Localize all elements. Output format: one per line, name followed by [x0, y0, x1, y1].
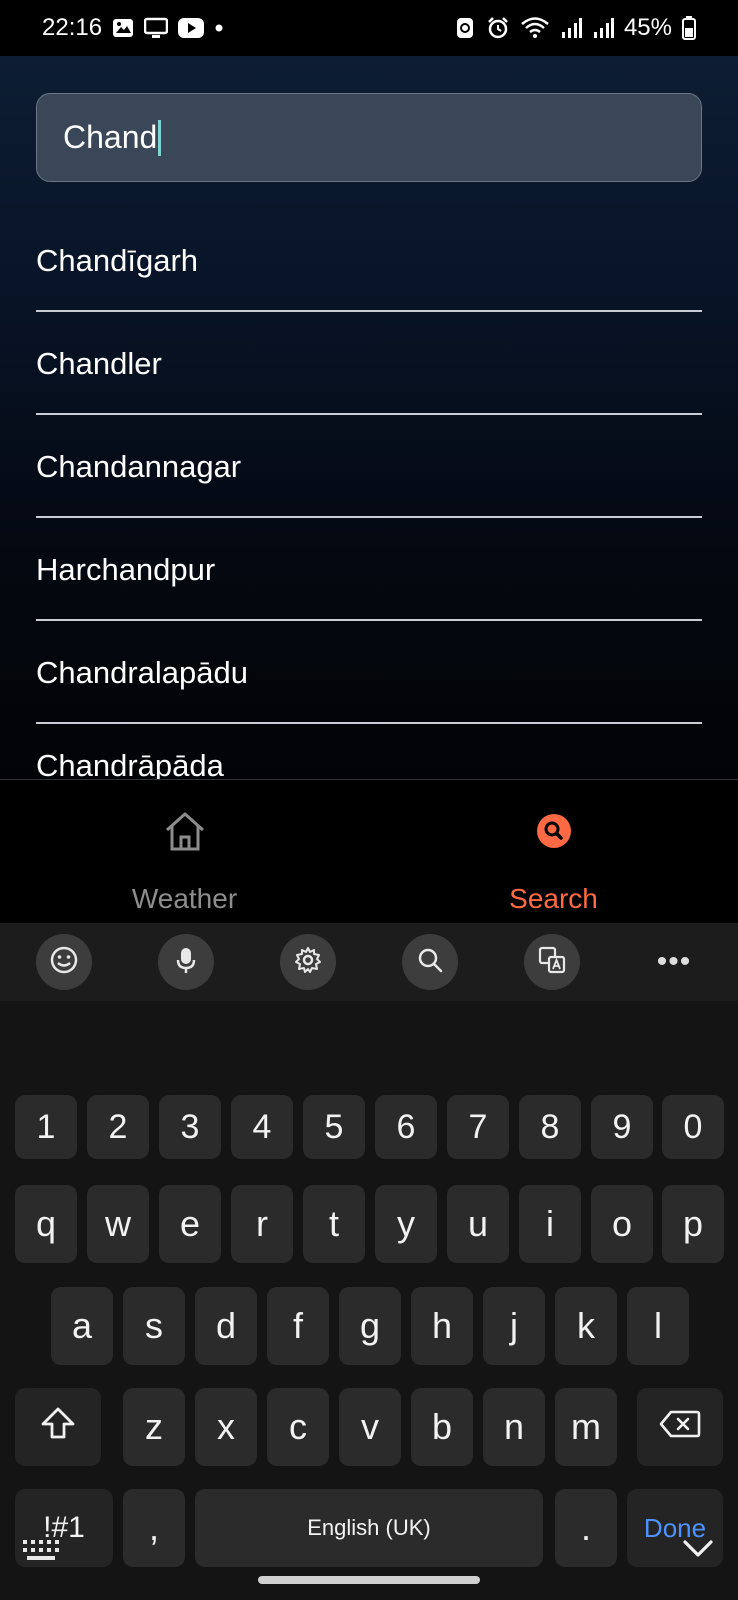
result-label: Chandannagar [36, 448, 242, 484]
keyboard: ••• 1 2 3 4 5 6 7 8 9 0 q w e r t y u i … [0, 923, 738, 1600]
dot-icon [214, 23, 224, 33]
key-1[interactable]: 1 [15, 1095, 77, 1159]
key-z[interactable]: z [123, 1388, 185, 1466]
battery-percent: 45% [623, 14, 672, 41]
key-s[interactable]: s [123, 1287, 185, 1365]
key-4[interactable]: 4 [231, 1095, 293, 1159]
result-item[interactable]: Chandralapādu [36, 621, 702, 724]
mic-icon [171, 945, 201, 980]
key-8[interactable]: 8 [519, 1095, 581, 1159]
signal-icon [560, 17, 582, 39]
key-f[interactable]: f [267, 1287, 329, 1365]
key-n[interactable]: n [483, 1388, 545, 1466]
keyboard-toolbar: ••• [0, 923, 738, 1001]
result-label: Chandrāpāda [36, 748, 224, 779]
key-y[interactable]: y [375, 1185, 437, 1263]
nav-label-weather: Weather [131, 883, 238, 914]
translate-icon [537, 945, 567, 980]
status-time: 22:16 [42, 14, 103, 41]
home-icon [163, 810, 207, 857]
keyboard-settings-button[interactable] [280, 934, 336, 990]
results-list: Chandīgarh Chandler Chandannagar Harchan… [36, 209, 702, 779]
gallery-icon [112, 18, 134, 38]
key-3[interactable]: 3 [159, 1095, 221, 1159]
key-h[interactable]: h [411, 1287, 473, 1365]
app-content: Chand Chandīgarh Chandler Chandannagar H… [0, 56, 738, 779]
result-label: Harchandpur [36, 551, 216, 587]
key-9[interactable]: 9 [591, 1095, 653, 1159]
key-a[interactable]: a [51, 1287, 113, 1365]
status-bar: 22:16 45% [0, 0, 738, 56]
emoji-icon [49, 945, 79, 980]
nav-label-search: Search [509, 883, 598, 914]
status-left: 22:16 [42, 14, 224, 42]
emoji-button[interactable] [36, 934, 92, 990]
key-l[interactable]: l [627, 1287, 689, 1365]
key-t[interactable]: t [303, 1185, 365, 1263]
key-j[interactable]: j [483, 1287, 545, 1365]
alarm-icon [486, 16, 510, 40]
home-indicator[interactable] [258, 1576, 480, 1584]
wifi-icon [520, 16, 550, 40]
key-o[interactable]: o [591, 1185, 653, 1263]
keyboard-bottom-bar [0, 1514, 738, 1600]
key-d[interactable]: d [195, 1287, 257, 1365]
keyboard-search-button[interactable] [402, 934, 458, 990]
key-w[interactable]: w [87, 1185, 149, 1263]
backspace-icon [659, 1406, 701, 1448]
result-item[interactable]: Chandler [36, 312, 702, 415]
nav-item-weather[interactable]: Weather [0, 780, 369, 923]
key-x[interactable]: x [195, 1388, 257, 1466]
voice-input-button[interactable] [158, 934, 214, 990]
search-input-value: Chand [63, 119, 158, 155]
key-6[interactable]: 6 [375, 1095, 437, 1159]
key-k[interactable]: k [555, 1287, 617, 1365]
key-2[interactable]: 2 [87, 1095, 149, 1159]
battery-saver-icon [454, 16, 476, 40]
key-c[interactable]: c [267, 1388, 329, 1466]
text-caret [158, 119, 162, 156]
youtube-icon [178, 18, 205, 38]
search-input[interactable]: Chand [36, 93, 702, 182]
result-item[interactable]: Chandrāpāda [36, 724, 702, 779]
key-e[interactable]: e [159, 1185, 221, 1263]
key-p[interactable]: p [662, 1185, 724, 1263]
settings-icon [293, 945, 323, 980]
result-label: Chandralapādu [36, 654, 249, 690]
bottom-navigation: Weather Search [0, 779, 738, 923]
key-r[interactable]: r [231, 1185, 293, 1263]
key-q[interactable]: q [15, 1185, 77, 1263]
key-m[interactable]: m [555, 1388, 617, 1466]
key-0[interactable]: 0 [662, 1095, 724, 1159]
key-v[interactable]: v [339, 1388, 401, 1466]
signal-icon [592, 17, 614, 39]
battery-icon [682, 16, 696, 40]
result-label: Chandler [36, 345, 162, 381]
status-right: 45% [454, 14, 696, 42]
screen-cast-icon [144, 17, 169, 39]
key-i[interactable]: i [519, 1185, 581, 1263]
search-icon [415, 945, 445, 980]
search-icon [532, 810, 576, 857]
key-5[interactable]: 5 [303, 1095, 365, 1159]
key-b[interactable]: b [411, 1388, 473, 1466]
key-u[interactable]: u [447, 1185, 509, 1263]
translate-button[interactable] [524, 934, 580, 990]
nav-item-search[interactable]: Search [369, 780, 738, 923]
result-label: Chandīgarh [36, 242, 199, 278]
result-item[interactable]: Chandannagar [36, 415, 702, 518]
key-g[interactable]: g [339, 1287, 401, 1365]
backspace-key[interactable] [637, 1388, 723, 1466]
shift-key[interactable] [15, 1388, 101, 1466]
keyboard-switch-icon[interactable] [22, 1538, 60, 1567]
result-item[interactable]: Harchandpur [36, 518, 702, 621]
shift-icon [40, 1406, 76, 1449]
result-item[interactable]: Chandīgarh [36, 209, 702, 312]
chevron-down-icon[interactable] [682, 1538, 714, 1565]
more-icon: ••• [656, 945, 692, 978]
key-7[interactable]: 7 [447, 1095, 509, 1159]
more-options-button[interactable]: ••• [646, 934, 702, 990]
